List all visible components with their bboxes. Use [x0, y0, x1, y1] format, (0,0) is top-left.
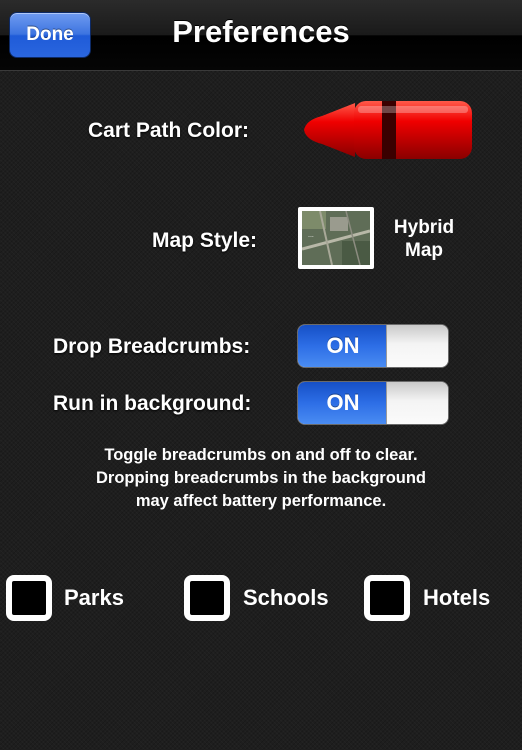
hotels-label: Hotels: [423, 585, 491, 610]
schools-label: Schools: [243, 585, 329, 610]
info-line-2: Dropping breadcrumbs in the background: [95, 469, 427, 487]
map-type-text: Hybrid Map: [380, 216, 468, 262]
toggle-on-text: ON: [298, 382, 388, 424]
hotels-checkbox[interactable]: [364, 575, 410, 621]
map-type-line2: Map: [405, 240, 443, 261]
map-thumbnail[interactable]: ...: [298, 207, 374, 269]
drop-breadcrumbs-label: Drop Breadcrumbs:: [53, 335, 251, 358]
cart-path-color-label: Cart Path Color:: [88, 119, 250, 142]
crayon-color-picker[interactable]: [300, 96, 478, 164]
map-style-label: Map Style:: [152, 229, 258, 252]
toggle-knob: [386, 382, 448, 424]
page-title: Preferences: [172, 14, 350, 49]
run-in-background-label: Run in background:: [53, 392, 252, 415]
toggle-on-text: ON: [298, 325, 388, 367]
toggle-knob: [386, 325, 448, 367]
navigation-bar: Done Preferences: [0, 0, 522, 71]
map-thumbnail-text: ...: [308, 232, 314, 239]
parks-checkbox[interactable]: [6, 575, 52, 621]
parks-label: Parks: [64, 585, 124, 610]
map-type-line1: Hybrid: [393, 217, 455, 238]
run-in-background-toggle[interactable]: ON: [297, 381, 449, 425]
info-line-3: may affect battery performance.: [135, 492, 387, 510]
schools-checkbox[interactable]: [184, 575, 230, 621]
breadcrumbs-info-text: Toggle breadcrumbs on and off to clear. …: [40, 444, 482, 513]
info-line-1: Toggle breadcrumbs on and off to clear.: [104, 446, 418, 464]
satellite-map-image: ...: [302, 211, 370, 265]
drop-breadcrumbs-toggle[interactable]: ON: [297, 324, 449, 368]
